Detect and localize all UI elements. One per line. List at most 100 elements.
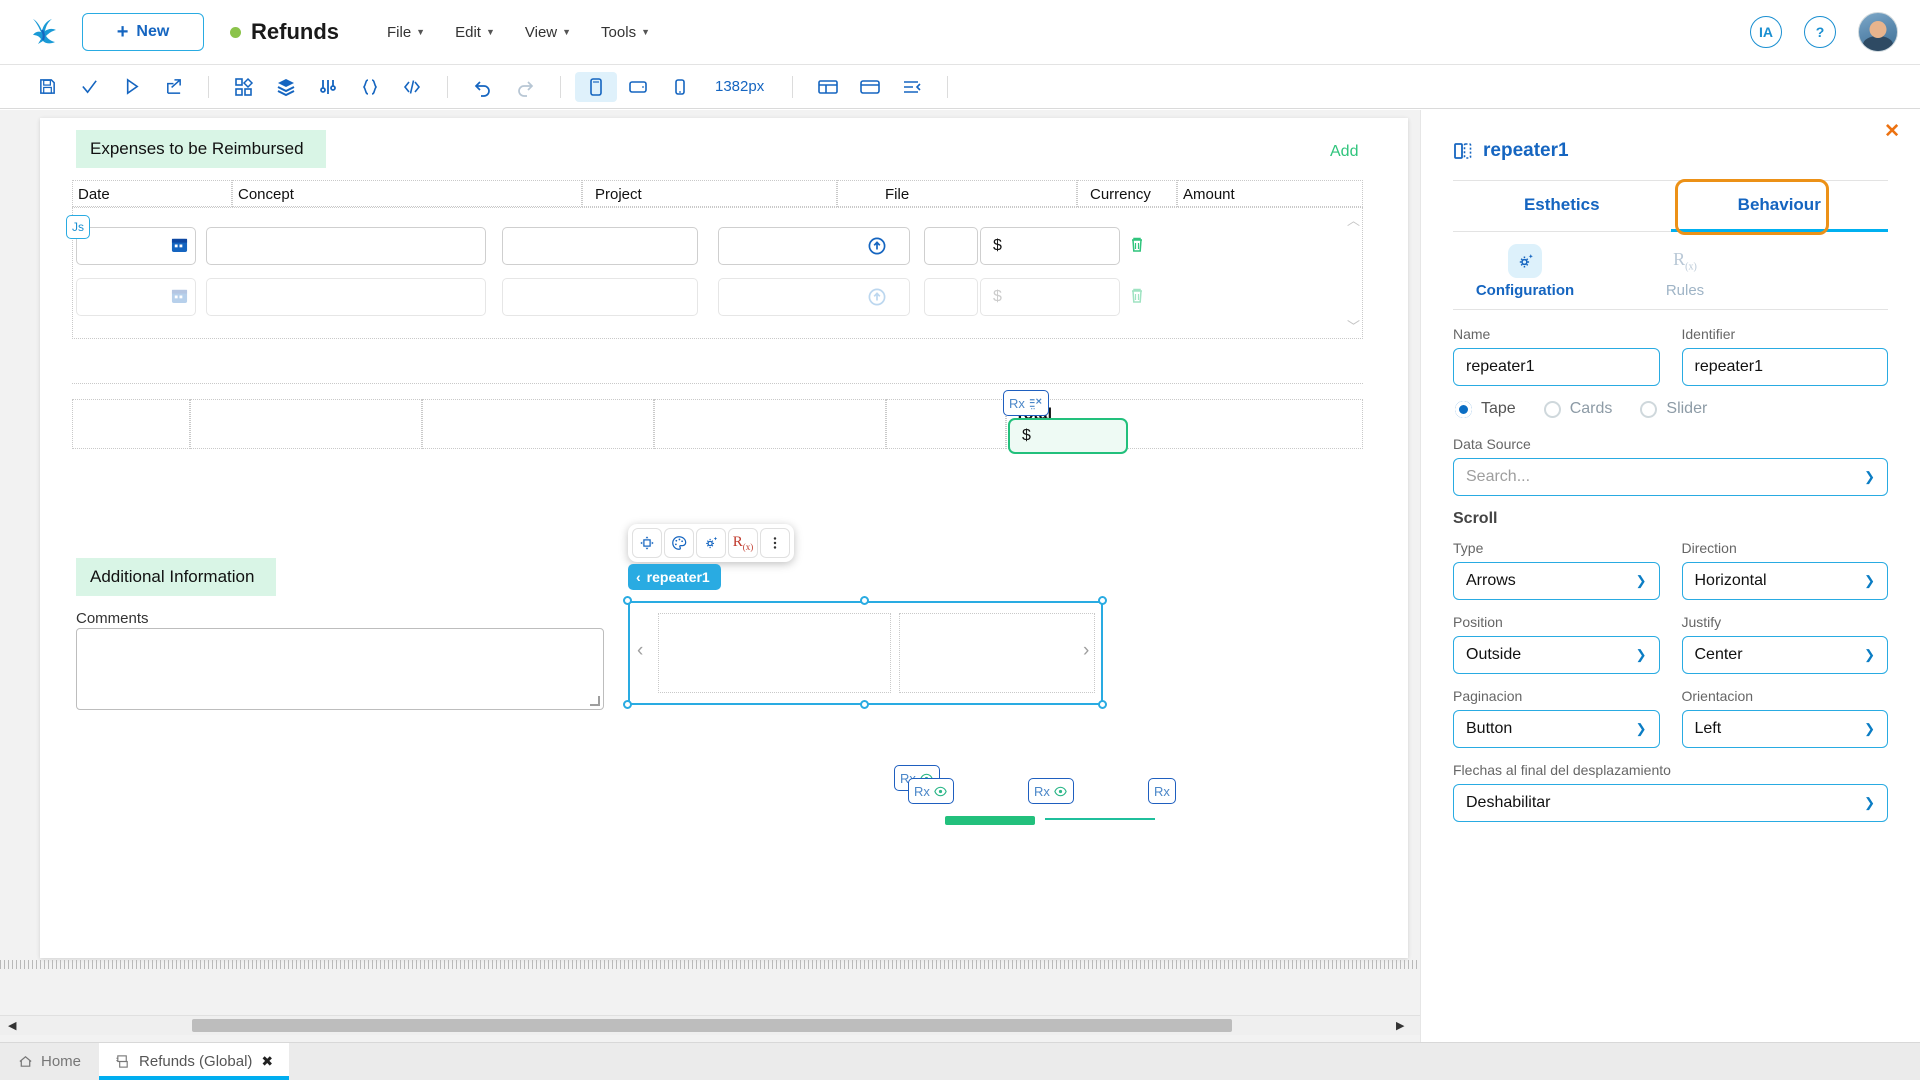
scroll-down-icon[interactable]: ﹀: [1347, 316, 1360, 335]
resize-handle-tr[interactable]: [1098, 596, 1107, 605]
comments-label: Comments: [76, 610, 149, 627]
palette-icon[interactable]: [664, 528, 694, 558]
resize-handle-br[interactable]: [1098, 700, 1107, 709]
repeater-next-arrow[interactable]: ›: [1083, 640, 1089, 662]
concept-input-row1[interactable]: [206, 227, 486, 265]
viewport-width-label[interactable]: 1382px: [701, 78, 778, 95]
tab-behaviour[interactable]: Behaviour: [1670, 181, 1888, 232]
amount-input-row2[interactable]: $: [980, 278, 1120, 316]
pagination-value: Button: [1466, 720, 1513, 737]
repeater-prev-arrow[interactable]: ‹: [637, 640, 643, 662]
code-tags-icon[interactable]: [391, 72, 433, 102]
bottom-tab-refunds[interactable]: Refunds (Global) ✖: [99, 1043, 290, 1080]
radio-cards[interactable]: Cards: [1543, 400, 1612, 418]
end-arrows-select[interactable]: Deshabilitar ❯: [1453, 784, 1888, 822]
js-badge[interactable]: Js: [66, 215, 90, 239]
tab-esthetics[interactable]: Esthetics: [1453, 181, 1671, 232]
resize-handle-tc[interactable]: [860, 596, 869, 605]
json-braces-icon[interactable]: [349, 72, 391, 102]
validate-check-icon[interactable]: [68, 72, 110, 102]
settings-sparkle-icon[interactable]: [696, 528, 726, 558]
currency-input-row2[interactable]: [924, 278, 978, 316]
align-icon[interactable]: [891, 72, 933, 102]
run-play-icon[interactable]: [110, 72, 152, 102]
identifier-input[interactable]: repeater1: [1681, 348, 1888, 386]
ia-button[interactable]: IA: [1750, 16, 1782, 48]
project-input-row2[interactable]: [502, 278, 698, 316]
resize-handle-bc[interactable]: [860, 700, 869, 709]
radio-label-slider: Slider: [1666, 400, 1708, 417]
undo-icon[interactable]: [462, 72, 504, 102]
tablet-preview-icon[interactable]: [617, 72, 659, 102]
scroll-direction-select[interactable]: Horizontal ❯: [1681, 562, 1888, 600]
calendar-icon[interactable]: [171, 236, 188, 253]
upload-circle-icon[interactable]: [868, 237, 886, 255]
frog-logo-icon[interactable]: [22, 10, 66, 54]
design-canvas[interactable]: Expenses to be Reimbursed Add Date Conce…: [0, 110, 1420, 1080]
radio-tape[interactable]: Tape: [1455, 400, 1516, 418]
menu-edit[interactable]: Edit ▼: [455, 24, 495, 41]
new-button[interactable]: + New: [82, 13, 204, 51]
save-icon[interactable]: [26, 72, 68, 102]
scroll-justify-select[interactable]: Center ❯: [1681, 636, 1888, 674]
data-source-select[interactable]: Search... ❯: [1453, 458, 1888, 496]
more-vertical-icon[interactable]: [760, 528, 790, 558]
menu-bar: File ▼ Edit ▼ View ▼ Tools ▼: [387, 24, 650, 41]
mobile-preview-icon[interactable]: [659, 72, 701, 102]
field-orientation: Orientacion Left ❯: [1681, 688, 1888, 748]
selection-tag-repeater1[interactable]: ‹ repeater1: [628, 564, 721, 590]
upload-circle-icon[interactable]: [868, 288, 886, 306]
subtab-rules[interactable]: R(x) Rules: [1625, 244, 1745, 299]
total-amount-field[interactable]: $: [1008, 418, 1128, 454]
data-flow-icon[interactable]: [307, 72, 349, 102]
layers-stack-icon[interactable]: [265, 72, 307, 102]
menu-file[interactable]: File ▼: [387, 24, 425, 41]
triangle-left-icon[interactable]: ◀: [8, 1019, 16, 1032]
repeater-selection-box[interactable]: [628, 601, 1103, 705]
desktop-preview-icon[interactable]: [575, 71, 617, 102]
trash-icon[interactable]: [1128, 236, 1146, 254]
bottom-tab-home[interactable]: Home: [0, 1043, 99, 1080]
scroll-up-icon[interactable]: ︿: [1347, 210, 1360, 229]
deploy-share-icon[interactable]: [152, 72, 194, 102]
currency-input-row1[interactable]: [924, 227, 978, 265]
orientation-select[interactable]: Left ❯: [1681, 710, 1888, 748]
trash-icon[interactable]: [1128, 287, 1146, 305]
redo-icon[interactable]: [504, 72, 546, 102]
comments-textarea[interactable]: [76, 628, 604, 710]
subtab-configuration-label: Configuration: [1475, 282, 1575, 299]
components-grid-icon[interactable]: [223, 72, 265, 102]
split-view-icon[interactable]: [807, 72, 849, 102]
move-icon[interactable]: [632, 528, 662, 558]
rx-badge-3[interactable]: Rx: [1028, 778, 1074, 804]
radio-slider[interactable]: Slider: [1640, 400, 1707, 418]
scroll-position-select[interactable]: Outside ❯: [1453, 636, 1660, 674]
close-icon[interactable]: ✖: [261, 1053, 273, 1070]
calendar-icon[interactable]: [171, 287, 188, 304]
help-button[interactable]: ?: [1804, 16, 1836, 48]
menu-view[interactable]: View ▼: [525, 24, 571, 41]
triangle-right-icon[interactable]: ▶: [1396, 1019, 1404, 1032]
avatar[interactable]: [1858, 12, 1898, 52]
amount-input-row1[interactable]: $: [980, 227, 1120, 265]
horizontal-scrollbar[interactable]: ◀ ▶: [0, 1015, 1420, 1035]
subtab-configuration[interactable]: Configuration: [1465, 244, 1585, 299]
rx-rules-icon[interactable]: R(x): [728, 528, 758, 558]
rx-badge-2[interactable]: Rx: [908, 778, 954, 804]
rx-badge-total[interactable]: Rx: [1003, 390, 1049, 416]
menu-tools[interactable]: Tools ▼: [601, 24, 650, 41]
container-icon[interactable]: [849, 72, 891, 102]
project-input-row1[interactable]: [502, 227, 698, 265]
scroll-type-select[interactable]: Arrows ❯: [1453, 562, 1660, 600]
chevron-down-icon: ▼: [416, 27, 426, 37]
pagination-select[interactable]: Button ❯: [1453, 710, 1660, 748]
resize-handle-bl[interactable]: [623, 700, 632, 709]
close-icon[interactable]: ✕: [1884, 120, 1900, 143]
concept-input-row2[interactable]: [206, 278, 486, 316]
resize-handle-tl[interactable]: [623, 596, 632, 605]
name-input[interactable]: repeater1: [1453, 348, 1660, 386]
rx-badge-4[interactable]: Rx: [1148, 778, 1176, 804]
horizontal-scrollbar-thumb[interactable]: [192, 1019, 1232, 1032]
toolbar-separator: [792, 75, 794, 98]
add-row-link[interactable]: Add: [1330, 143, 1358, 161]
